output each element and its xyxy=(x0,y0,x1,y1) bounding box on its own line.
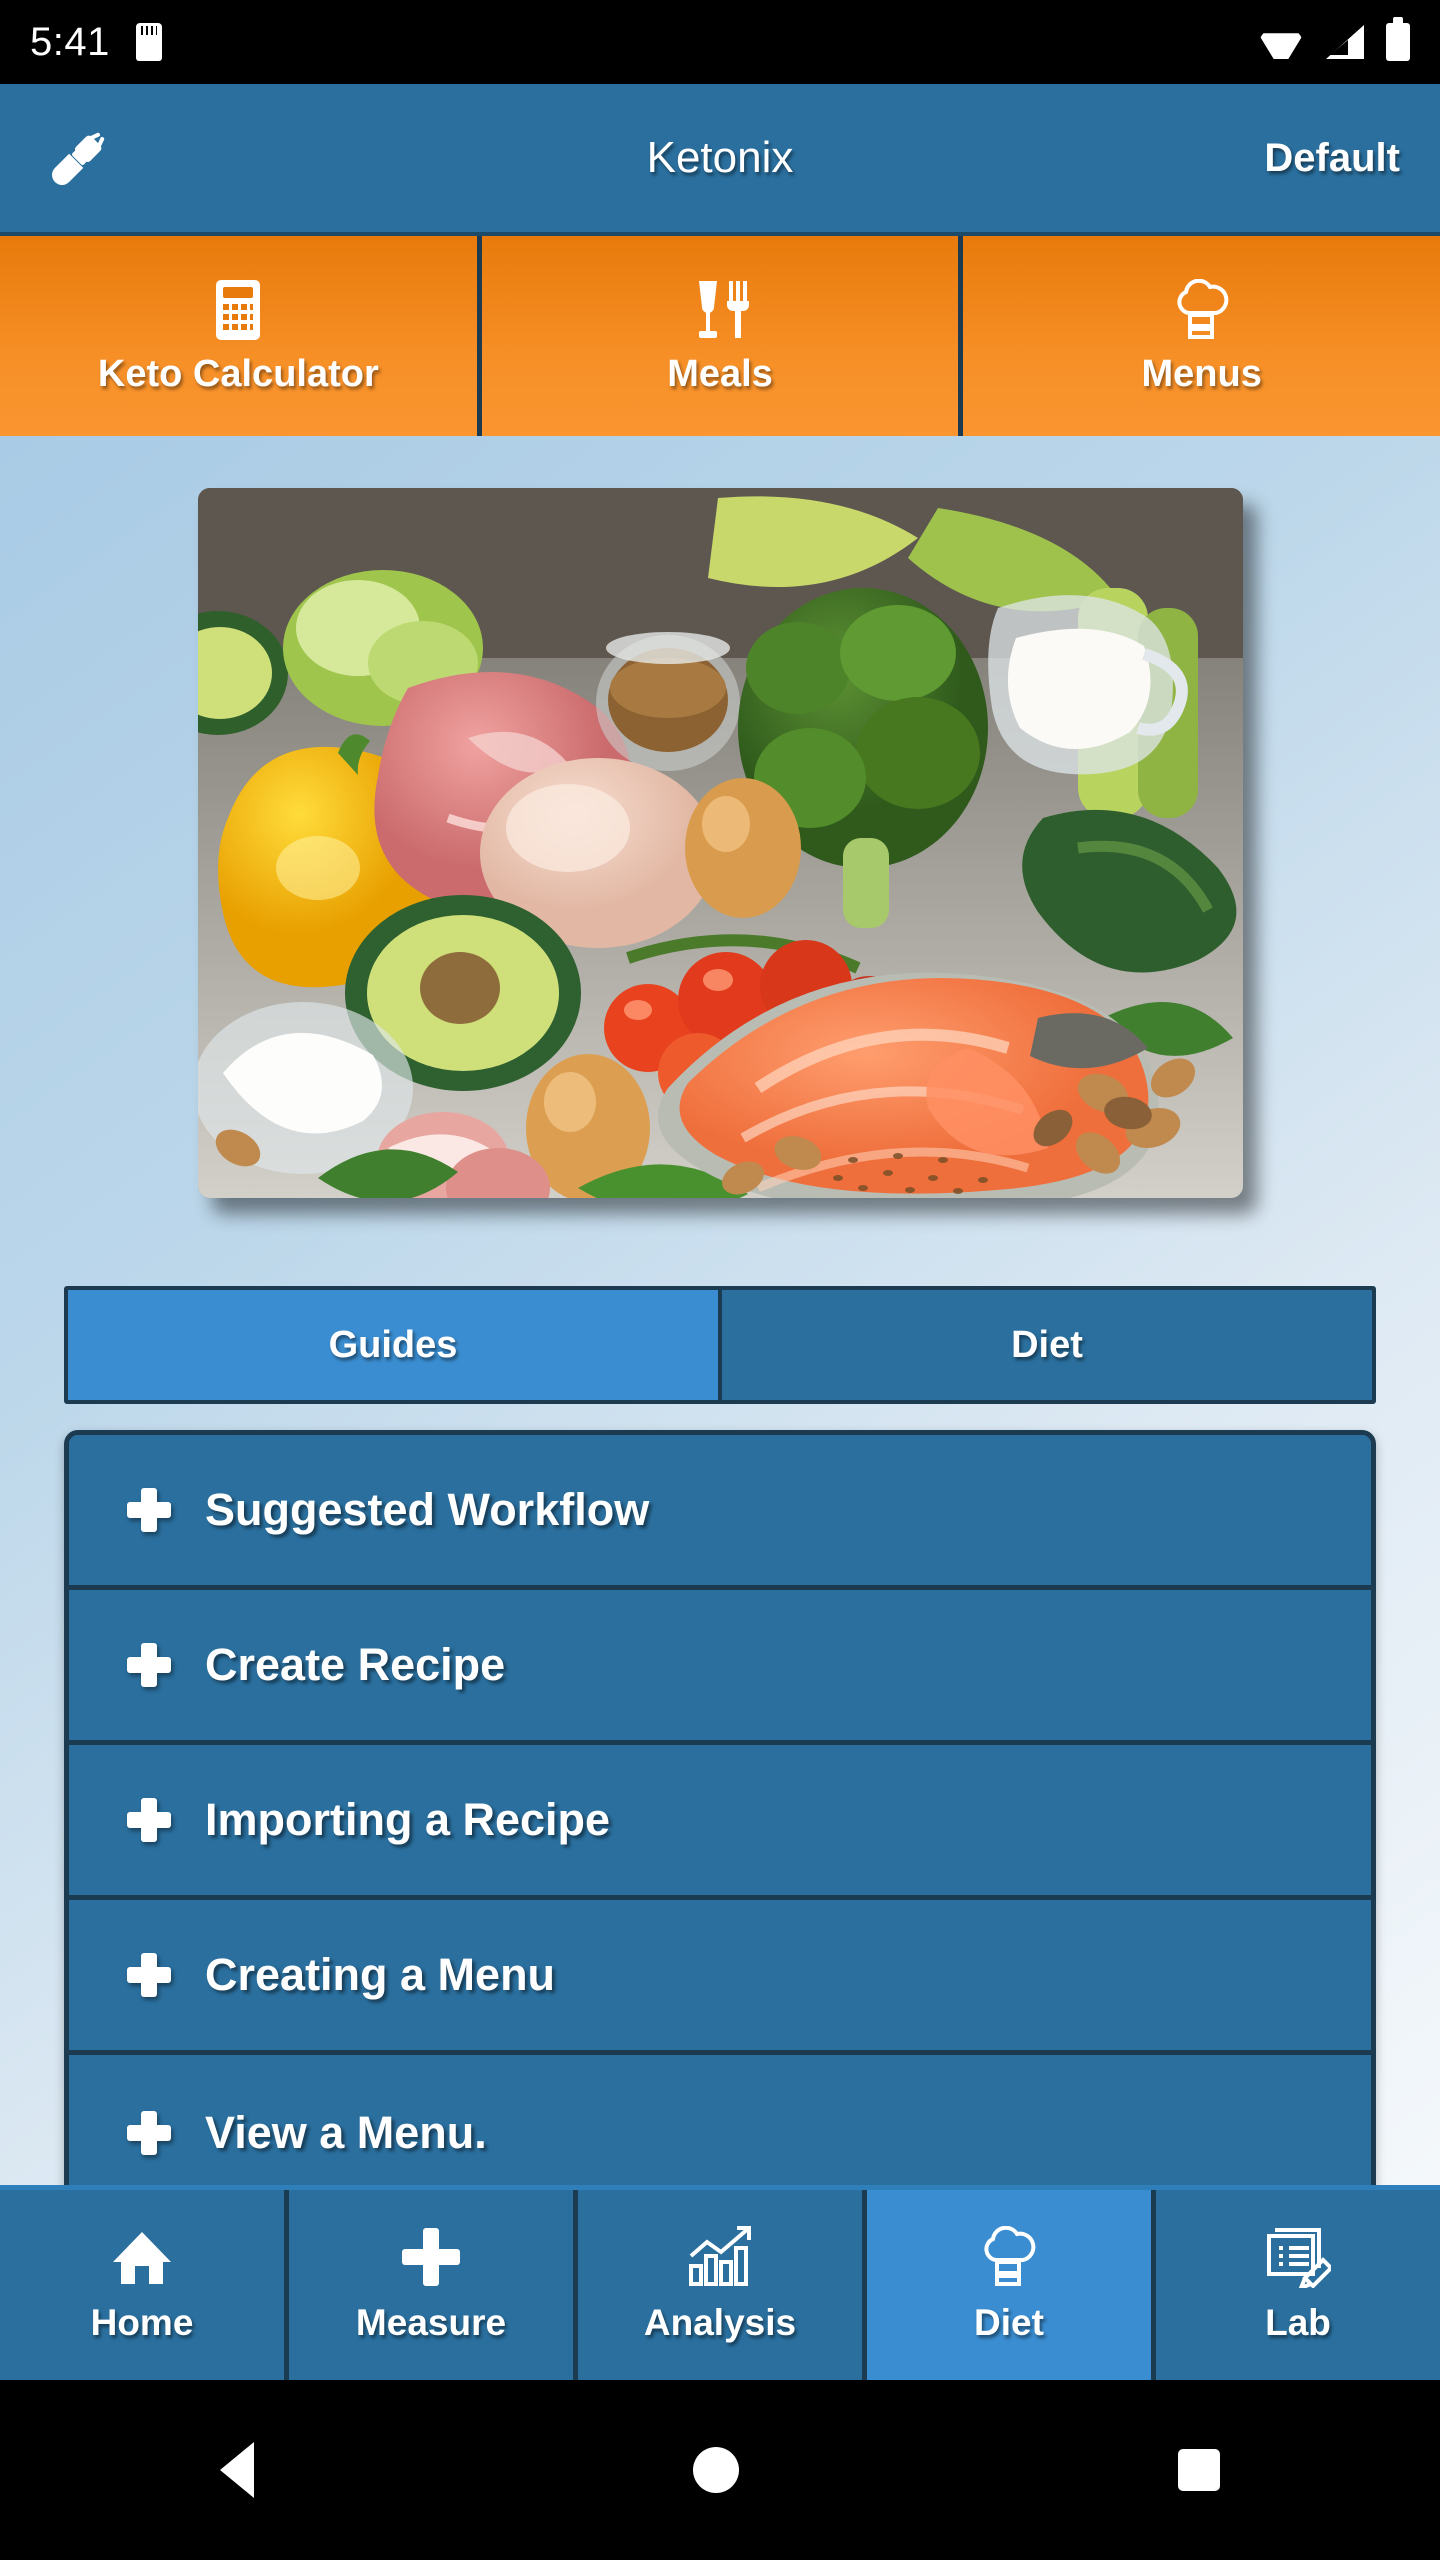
disconnected-plug-icon[interactable] xyxy=(40,119,118,197)
bottom-nav-diet[interactable]: Diet xyxy=(867,2190,1156,2380)
chef-hat-icon xyxy=(1173,277,1231,341)
home-icon xyxy=(111,2226,173,2288)
sub-tab-label: Diet xyxy=(1011,1323,1083,1366)
battery-icon xyxy=(1386,17,1410,61)
bottom-nav-label: Measure xyxy=(355,2302,507,2343)
sub-tab-bar: Guides Diet xyxy=(64,1286,1376,1404)
tab-menus[interactable]: Menus xyxy=(963,236,1440,436)
accordion-item-label: Suggested Workflow xyxy=(205,1484,650,1535)
plus-icon xyxy=(127,1643,171,1687)
sub-tab-guides[interactable]: Guides xyxy=(68,1290,718,1400)
top-tab-bar: Keto Calculator Meals Menus xyxy=(0,236,1440,436)
bottom-nav-measure[interactable]: Measure xyxy=(289,2190,578,2380)
phone-screen: 5:41 Ketonix Default Keto Calculator Mea… xyxy=(0,0,1440,2560)
recents-button[interactable] xyxy=(1178,2449,1221,2491)
accordion-item-label: Creating a Menu xyxy=(205,1949,556,2000)
accordion-item-creating-a-menu[interactable]: Creating a Menu xyxy=(69,1900,1371,2055)
tab-label: Menus xyxy=(1141,352,1262,395)
tab-meals[interactable]: Meals xyxy=(481,236,964,436)
cellular-signal-icon xyxy=(1326,25,1364,59)
plus-icon xyxy=(127,1953,171,1997)
accordion-item-view-a-menu[interactable]: View a Menu. xyxy=(69,2055,1371,2185)
sub-tab-label: Guides xyxy=(328,1323,458,1366)
accordion-item-label: Importing a Recipe xyxy=(205,1794,611,1845)
profile-selector[interactable]: Default xyxy=(1264,136,1400,181)
home-button[interactable] xyxy=(692,2447,739,2493)
accordion-item-label: Create Recipe xyxy=(205,1639,506,1690)
plus-icon xyxy=(402,2226,460,2288)
tab-keto-calculator[interactable]: Keto Calculator xyxy=(0,236,482,436)
page-title: Ketonix xyxy=(646,133,794,182)
android-navigation-bar xyxy=(0,2380,1440,2560)
bottom-nav-label: Diet xyxy=(974,2302,1044,2343)
accordion-item-create-recipe[interactable]: Create Recipe xyxy=(69,1590,1371,1745)
document-pencil-icon xyxy=(1265,2226,1331,2288)
status-bar-clock: 5:41 xyxy=(30,19,110,64)
accordion-item-suggested-workflow[interactable]: Suggested Workflow xyxy=(69,1435,1371,1590)
status-bar-left-icons xyxy=(135,23,162,61)
tab-label: Meals xyxy=(667,352,773,395)
bottom-nav-label: Lab xyxy=(1265,2302,1331,2343)
bottom-nav-analysis[interactable]: Analysis xyxy=(578,2190,867,2380)
accordion-item-label: View a Menu. xyxy=(205,2106,487,2158)
bottom-nav-label: Home xyxy=(90,2302,194,2343)
sd-card-icon xyxy=(135,23,162,61)
bottom-nav-home[interactable]: Home xyxy=(0,2190,289,2380)
sub-tab-diet[interactable]: Diet xyxy=(718,1290,1372,1400)
back-button[interactable] xyxy=(219,2442,254,2498)
guides-accordion: Suggested Workflow Create Recipe Importi… xyxy=(64,1430,1376,2185)
plus-icon xyxy=(127,1798,171,1842)
wifi-icon xyxy=(1258,25,1304,59)
plus-icon xyxy=(127,2110,171,2155)
glass-and-fork-icon xyxy=(691,277,749,341)
bottom-navigation-bar: Home Measure Analysis Diet Lab xyxy=(0,2185,1440,2380)
main-content: Guides Diet Suggested Workflow Create Re… xyxy=(0,436,1440,2185)
chef-hat-icon xyxy=(980,2226,1038,2288)
app-bar: Ketonix Default xyxy=(0,84,1440,236)
tab-label: Keto Calculator xyxy=(97,352,379,395)
hero-image-wrap xyxy=(0,488,1440,1198)
bottom-nav-lab[interactable]: Lab xyxy=(1156,2190,1440,2380)
calculator-icon xyxy=(215,277,261,341)
keto-foods-photo xyxy=(197,488,1243,1198)
accordion-item-importing-a-recipe[interactable]: Importing a Recipe xyxy=(69,1745,1371,1900)
plus-icon xyxy=(127,1488,171,1532)
bottom-nav-label: Analysis xyxy=(643,2302,797,2343)
status-bar-right-icons xyxy=(1258,17,1410,61)
status-bar: 5:41 xyxy=(0,0,1440,84)
bar-chart-trend-icon xyxy=(687,2226,753,2288)
